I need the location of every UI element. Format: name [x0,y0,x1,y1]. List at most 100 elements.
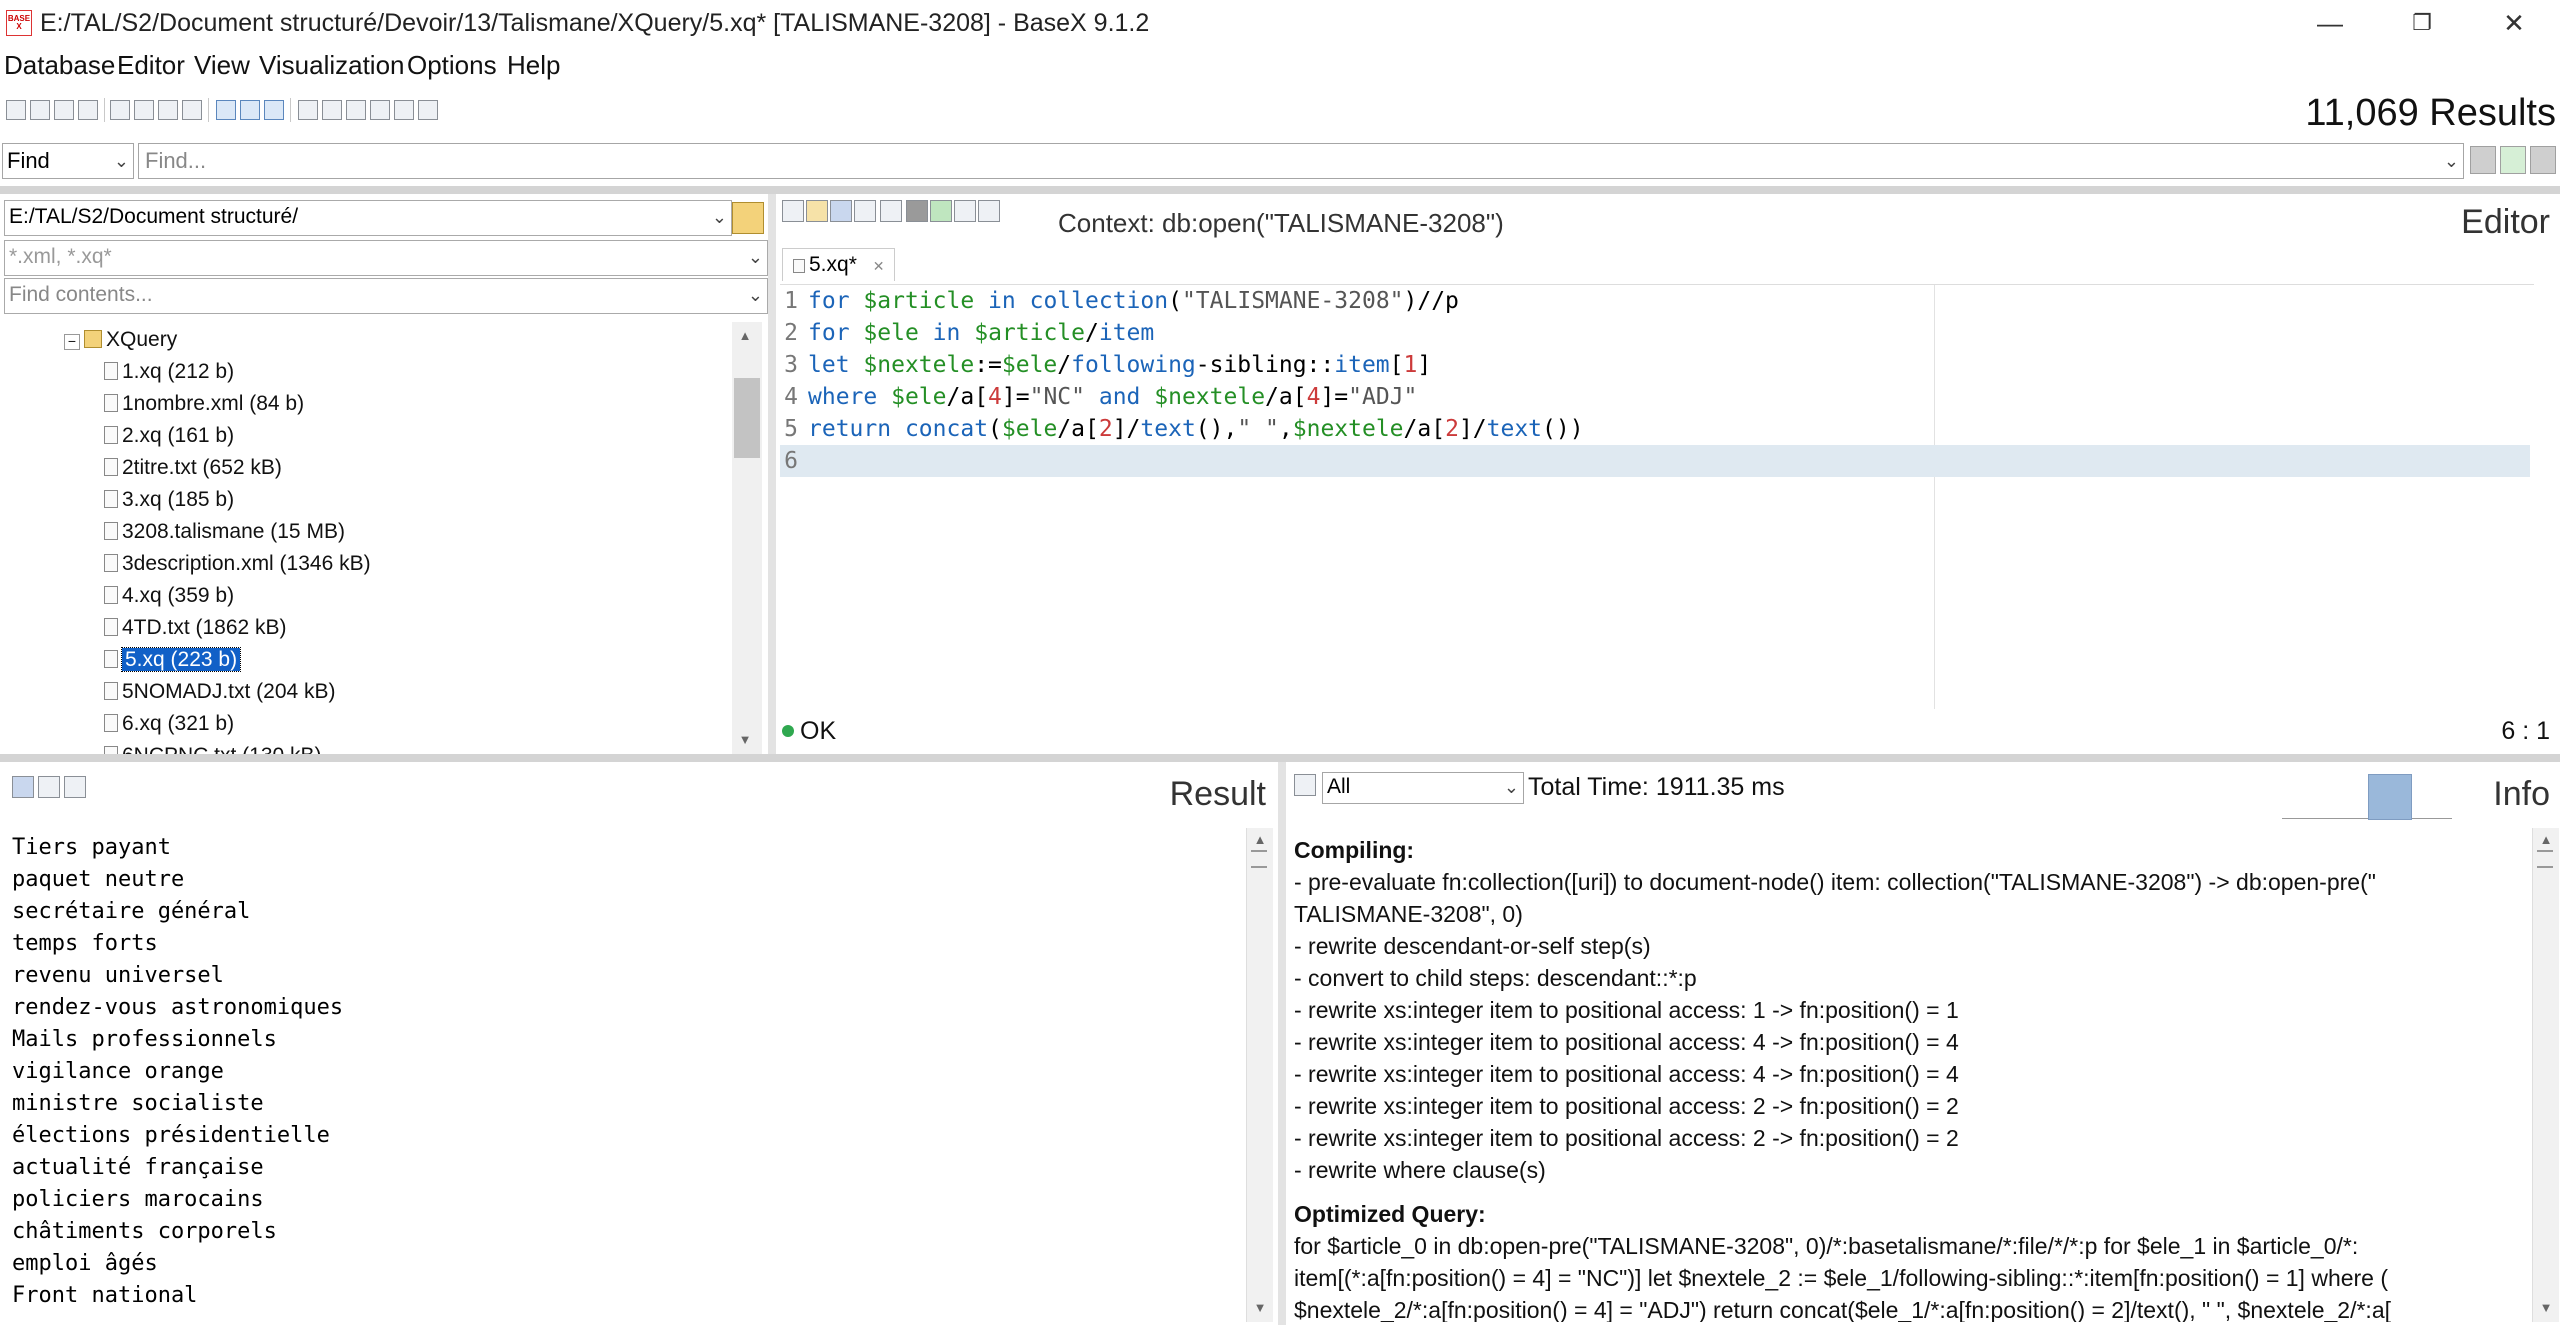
find-mode-select[interactable]: Find ⌄ [2,143,134,179]
stop-icon[interactable] [2470,146,2496,174]
manage-databases-icon[interactable] [54,100,74,120]
collapse-icon[interactable]: − [64,334,80,350]
folder-view-icon[interactable] [346,100,366,120]
search-icon[interactable] [1294,774,1316,796]
map-view-icon[interactable] [298,100,318,120]
close-file-icon[interactable] [854,200,876,222]
tree-file[interactable]: 6NCPNC.txt (130 kB) [104,742,322,754]
table-view-icon[interactable] [394,100,414,120]
tree-file[interactable]: 3.xq (185 b) [104,486,234,514]
home-icon[interactable] [110,100,130,120]
tree-scrollbar[interactable]: ▲ ▼ [732,322,762,754]
tree-view-icon[interactable] [322,100,342,120]
code-editor[interactable]: 1 for $article in collection("TALISMANE-3… [780,284,2534,709]
code-line-6: 6 [780,445,2530,477]
run-query-icon[interactable] [930,200,952,222]
vertical-splitter[interactable] [1278,762,1286,1325]
text-file-icon [104,458,118,476]
tree-file[interactable]: 1nombre.xml (84 b) [104,390,304,418]
scroll-up-icon[interactable]: ▲ [2533,830,2559,850]
optimized-line: $nextele_2/*:a[fn:position() = 4] = "ADJ… [1294,1297,2392,1322]
open-file-icon[interactable] [806,200,828,222]
scroll-thumb[interactable] [1251,850,1267,868]
close-window-button[interactable]: ✕ [2468,0,2560,46]
tree-file[interactable]: 2.xq (161 b) [104,422,234,450]
title-bar: BASE X E:/TAL/S2/Document structuré/Devoi… [0,0,2560,46]
compiling-line: TALISMANE-3208", 0) [1294,901,1523,927]
tree-file[interactable]: 3208.talismane (15 MB) [104,518,345,546]
horizontal-splitter[interactable] [0,186,2560,194]
text-file-icon [104,682,118,700]
info-filter-select[interactable]: All ⌄ [1322,772,1524,804]
memory-usage-bar [2368,774,2412,820]
menu-view[interactable]: View [194,46,250,84]
save-icon[interactable] [830,200,852,222]
vertical-splitter[interactable] [768,194,776,754]
new-database-icon[interactable] [6,100,26,120]
close-database-icon[interactable] [78,100,98,120]
result-scrollbar[interactable]: ▲ ▼ [1246,828,1273,1322]
explorer-view-icon[interactable] [418,100,438,120]
scroll-thumb[interactable] [734,378,760,458]
stop-query-icon[interactable] [906,200,928,222]
menu-help[interactable]: Help [507,46,560,84]
tree-file[interactable]: 4.xq (359 b) [104,582,234,610]
tree-file[interactable]: 2titre.txt (652 kB) [104,454,282,482]
up-icon[interactable] [158,100,178,120]
forward-icon[interactable] [182,100,202,120]
tree-file-label: 4TD.txt (1862 kB) [122,616,287,639]
folder-icon [84,330,102,348]
find-contents-input[interactable]: Find contents... ⌄ [4,278,768,314]
scroll-up-icon[interactable]: ▲ [732,326,758,346]
find-input[interactable]: Find... ⌄ [138,143,2464,179]
memory-baseline [2282,818,2452,819]
tree-file[interactable]: 1.xq (212 b) [104,358,234,386]
restore-button[interactable]: ❐ [2376,0,2468,46]
line-number: 3 [784,352,798,378]
scroll-up-icon[interactable]: ▲ [1247,830,1273,850]
menu-bar: Database Editor View Visualization Optio… [0,46,2560,84]
horizontal-splitter[interactable] [0,754,2560,762]
editor-view-icon[interactable] [240,100,260,120]
editor-tab-5xq[interactable]: 5.xq* ✕ [782,248,896,281]
tree-file[interactable]: 5NOMADJ.txt (204 kB) [104,678,336,706]
debug-icon[interactable] [978,200,1000,222]
menu-editor[interactable]: Editor [117,46,185,84]
find-replace-icon[interactable] [880,200,902,222]
project-path-select[interactable]: E:/TAL/S2/Document structuré/ ⌄ [4,200,732,236]
info-scrollbar[interactable]: ▲ ▼ [2532,828,2559,1322]
tree-file-selected[interactable]: 5.xq (223 b) [104,646,242,674]
run-icon[interactable] [2500,146,2526,174]
home-icon[interactable] [38,776,60,798]
scroll-thumb[interactable] [2537,850,2553,868]
menu-visualization[interactable]: Visualization [259,46,405,84]
info-panel: All ⌄ Total Time: 1911.35 ms Info Compil… [1286,762,2560,1325]
tree-file[interactable]: 3description.xml (1346 kB) [104,550,371,578]
scroll-down-icon[interactable]: ▼ [1247,1298,1273,1318]
choose-folder-icon[interactable] [732,202,764,234]
tree-file-label: 5NOMADJ.txt (204 kB) [122,680,336,703]
tree-file[interactable]: 6.xq (321 b) [104,710,234,738]
plot-view-icon[interactable] [370,100,390,120]
project-view-icon[interactable] [216,100,236,120]
scroll-down-icon[interactable]: ▼ [732,730,758,750]
back-icon[interactable] [134,100,154,120]
query-info-text[interactable]: Compiling: - pre-evaluate fn:collection(… [1294,834,2526,1322]
test-icon[interactable] [954,200,976,222]
search-icon[interactable] [64,776,86,798]
result-line: Tiers payant [12,835,171,860]
open-database-icon[interactable] [30,100,50,120]
scroll-down-icon[interactable]: ▼ [2533,1298,2559,1318]
minimize-button[interactable]: — [2284,0,2376,46]
file-filter-input[interactable]: *.xml, *.xq* ⌄ [4,240,768,276]
tree-folder-xquery[interactable]: − XQuery [64,326,177,354]
menu-database[interactable]: Database [4,46,115,84]
tree-file[interactable]: 4TD.txt (1862 kB) [104,614,287,642]
menu-options[interactable]: Options [407,46,497,84]
export-results-icon[interactable] [12,776,34,798]
result-output[interactable]: Tiers payant paquet neutre secrétaire gé… [12,832,1240,1322]
new-file-icon[interactable] [782,200,804,222]
info-view-icon[interactable] [264,100,284,120]
close-tab-icon[interactable]: ✕ [873,258,885,274]
filter-icon[interactable] [2530,146,2556,174]
